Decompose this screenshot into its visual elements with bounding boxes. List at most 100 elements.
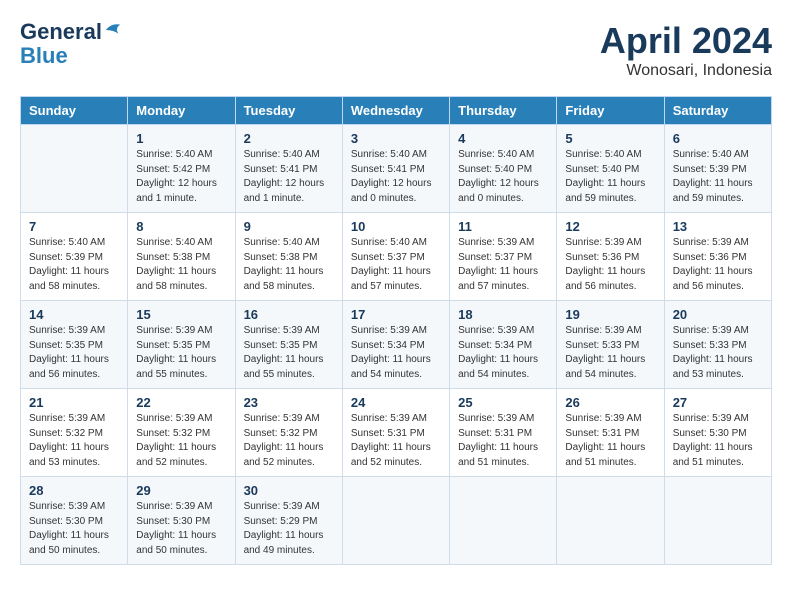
calendar-cell: 4Sunrise: 5:40 AM Sunset: 5:40 PM Daylig… xyxy=(450,125,557,213)
day-number: 25 xyxy=(458,395,548,410)
calendar-cell: 6Sunrise: 5:40 AM Sunset: 5:39 PM Daylig… xyxy=(664,125,771,213)
calendar-week-row: 21 Sunrise: 5:39 AM Sunset: 5:32 PM Dayli… xyxy=(21,389,772,477)
day-number: 13 xyxy=(673,219,763,234)
logo-general: General xyxy=(20,19,102,44)
day-number: 10 xyxy=(351,219,441,234)
title-block: April 2024 Wonosari, Indonesia xyxy=(600,20,772,80)
calendar-week-row: 7Sunrise: 5:40 AM Sunset: 5:39 PM Daylig… xyxy=(21,213,772,301)
calendar-cell: 3 Sunrise: 5:40 AM Sunset: 5:41 PM Daylig… xyxy=(342,125,449,213)
day-number: 12 xyxy=(565,219,655,234)
day-info: Sunrise: 5:39 AM Sunset: 5:34 PM Dayligh… xyxy=(458,324,548,382)
weekday-header-cell: Wednesday xyxy=(342,97,449,125)
day-info: Sunrise: 5:39 AM Sunset: 5:29 PM Dayligh… xyxy=(244,500,334,558)
weekday-header-cell: Tuesday xyxy=(235,97,342,125)
day-info: Sunrise: 5:39 AM Sunset: 5:33 PM Dayligh… xyxy=(673,324,763,382)
day-info: Sunrise: 5:40 AM Sunset: 5:41 PM Dayligh… xyxy=(244,148,334,206)
calendar-cell: 23Sunrise: 5:39 AM Sunset: 5:32 PM Dayli… xyxy=(235,389,342,477)
calendar-cell: 12 Sunrise: 5:39 AM Sunset: 5:36 PM Dayli… xyxy=(557,213,664,301)
day-number: 17 xyxy=(351,307,441,322)
day-number: 21 xyxy=(29,395,119,410)
day-info: Sunrise: 5:40 AM Sunset: 5:38 PM Dayligh… xyxy=(244,236,334,294)
calendar-cell xyxy=(450,477,557,565)
day-info: Sunrise: 5:39 AM Sunset: 5:36 PM Dayligh… xyxy=(565,236,655,294)
weekday-header-cell: Monday xyxy=(128,97,235,125)
page-header: General Blue April 2024 Wonosari, Indone… xyxy=(20,20,772,80)
calendar-cell: 16Sunrise: 5:39 AM Sunset: 5:35 PM Dayli… xyxy=(235,301,342,389)
calendar-cell xyxy=(664,477,771,565)
logo-bird-icon xyxy=(104,21,122,39)
day-info: Sunrise: 5:39 AM Sunset: 5:32 PM Dayligh… xyxy=(136,412,226,470)
day-info: Sunrise: 5:40 AM Sunset: 5:39 PM Dayligh… xyxy=(673,148,763,206)
calendar-cell: 30 Sunrise: 5:39 AM Sunset: 5:29 PM Dayli… xyxy=(235,477,342,565)
calendar-week-row: 14 Sunrise: 5:39 AM Sunset: 5:35 PM Dayli… xyxy=(21,301,772,389)
calendar-cell: 14Sunrise: 5:39 AM Sunset: 5:35 PM Dayli… xyxy=(21,301,128,389)
calendar-cell: 29Sunrise: 5:39 AM Sunset: 5:30 PM Dayli… xyxy=(128,477,235,565)
day-number: 24 xyxy=(351,395,441,410)
day-info: Sunrise: 5:39 AM Sunset: 5:34 PM Dayligh… xyxy=(351,324,441,382)
calendar-week-row: 1 Sunrise: 5:40 AM Sunset: 5:42 PM Daylig… xyxy=(21,125,772,213)
day-info: Sunrise: 5:39 AM Sunset: 5:32 PM Dayligh… xyxy=(244,412,334,470)
calendar-cell: 7Sunrise: 5:40 AM Sunset: 5:39 PM Daylig… xyxy=(21,213,128,301)
calendar-cell: 17 Sunrise: 5:39 AM Sunset: 5:34 PM Dayli… xyxy=(342,301,449,389)
calendar-cell: 24 Sunrise: 5:39 AM Sunset: 5:31 PM Dayli… xyxy=(342,389,449,477)
calendar-cell: 2 Sunrise: 5:40 AM Sunset: 5:41 PM Daylig… xyxy=(235,125,342,213)
calendar-cell: 26 Sunrise: 5:39 AM Sunset: 5:31 PM Dayli… xyxy=(557,389,664,477)
weekday-header-cell: Sunday xyxy=(21,97,128,125)
calendar-cell: 1 Sunrise: 5:40 AM Sunset: 5:42 PM Daylig… xyxy=(128,125,235,213)
day-number: 5 xyxy=(565,131,655,146)
weekday-header-cell: Saturday xyxy=(664,97,771,125)
day-number: 15 xyxy=(136,307,226,322)
calendar-cell: 5 Sunrise: 5:40 AM Sunset: 5:40 PM Daylig… xyxy=(557,125,664,213)
calendar-cell: 20 Sunrise: 5:39 AM Sunset: 5:33 PM Dayli… xyxy=(664,301,771,389)
calendar-cell: 27Sunrise: 5:39 AM Sunset: 5:30 PM Dayli… xyxy=(664,389,771,477)
day-info: Sunrise: 5:40 AM Sunset: 5:42 PM Dayligh… xyxy=(136,148,226,206)
calendar-cell: 28 Sunrise: 5:39 AM Sunset: 5:30 PM Dayli… xyxy=(21,477,128,565)
day-number: 28 xyxy=(29,483,119,498)
weekday-header-cell: Thursday xyxy=(450,97,557,125)
calendar-table: SundayMondayTuesdayWednesdayThursdayFrid… xyxy=(20,96,772,565)
day-number: 26 xyxy=(565,395,655,410)
day-info: Sunrise: 5:39 AM Sunset: 5:30 PM Dayligh… xyxy=(29,500,119,558)
day-info: Sunrise: 5:39 AM Sunset: 5:31 PM Dayligh… xyxy=(565,412,655,470)
calendar-cell: 15 Sunrise: 5:39 AM Sunset: 5:35 PM Dayli… xyxy=(128,301,235,389)
calendar-cell: 19Sunrise: 5:39 AM Sunset: 5:33 PM Dayli… xyxy=(557,301,664,389)
day-number: 1 xyxy=(136,131,226,146)
day-info: Sunrise: 5:40 AM Sunset: 5:39 PM Dayligh… xyxy=(29,236,119,294)
day-info: Sunrise: 5:40 AM Sunset: 5:37 PM Dayligh… xyxy=(351,236,441,294)
day-number: 20 xyxy=(673,307,763,322)
day-number: 19 xyxy=(565,307,655,322)
day-number: 8 xyxy=(136,219,226,234)
day-info: Sunrise: 5:39 AM Sunset: 5:36 PM Dayligh… xyxy=(673,236,763,294)
day-info: Sunrise: 5:39 AM Sunset: 5:31 PM Dayligh… xyxy=(351,412,441,470)
calendar-cell: 13 Sunrise: 5:39 AM Sunset: 5:36 PM Dayli… xyxy=(664,213,771,301)
day-number: 2 xyxy=(244,131,334,146)
day-number: 14 xyxy=(29,307,119,322)
day-info: Sunrise: 5:39 AM Sunset: 5:35 PM Dayligh… xyxy=(136,324,226,382)
day-number: 29 xyxy=(136,483,226,498)
day-info: Sunrise: 5:39 AM Sunset: 5:37 PM Dayligh… xyxy=(458,236,548,294)
day-info: Sunrise: 5:39 AM Sunset: 5:31 PM Dayligh… xyxy=(458,412,548,470)
day-number: 3 xyxy=(351,131,441,146)
day-info: Sunrise: 5:40 AM Sunset: 5:41 PM Dayligh… xyxy=(351,148,441,206)
day-number: 16 xyxy=(244,307,334,322)
logo-blue: Blue xyxy=(20,44,122,68)
day-info: Sunrise: 5:40 AM Sunset: 5:40 PM Dayligh… xyxy=(458,148,548,206)
day-number: 30 xyxy=(244,483,334,498)
weekday-header-row: SundayMondayTuesdayWednesdayThursdayFrid… xyxy=(21,97,772,125)
calendar-body: 1 Sunrise: 5:40 AM Sunset: 5:42 PM Daylig… xyxy=(21,125,772,565)
calendar-cell: 18 Sunrise: 5:39 AM Sunset: 5:34 PM Dayli… xyxy=(450,301,557,389)
month-title: April 2024 xyxy=(600,20,772,62)
calendar-cell xyxy=(21,125,128,213)
day-number: 18 xyxy=(458,307,548,322)
calendar-cell: 9Sunrise: 5:40 AM Sunset: 5:38 PM Daylig… xyxy=(235,213,342,301)
day-info: Sunrise: 5:39 AM Sunset: 5:30 PM Dayligh… xyxy=(673,412,763,470)
calendar-cell xyxy=(342,477,449,565)
calendar-cell: 21 Sunrise: 5:39 AM Sunset: 5:32 PM Dayli… xyxy=(21,389,128,477)
day-info: Sunrise: 5:40 AM Sunset: 5:40 PM Dayligh… xyxy=(565,148,655,206)
day-info: Sunrise: 5:39 AM Sunset: 5:32 PM Dayligh… xyxy=(29,412,119,470)
day-info: Sunrise: 5:40 AM Sunset: 5:38 PM Dayligh… xyxy=(136,236,226,294)
location: Wonosari, Indonesia xyxy=(600,62,772,80)
day-number: 22 xyxy=(136,395,226,410)
calendar-cell: 8 Sunrise: 5:40 AM Sunset: 5:38 PM Daylig… xyxy=(128,213,235,301)
logo-text: General xyxy=(20,20,122,44)
